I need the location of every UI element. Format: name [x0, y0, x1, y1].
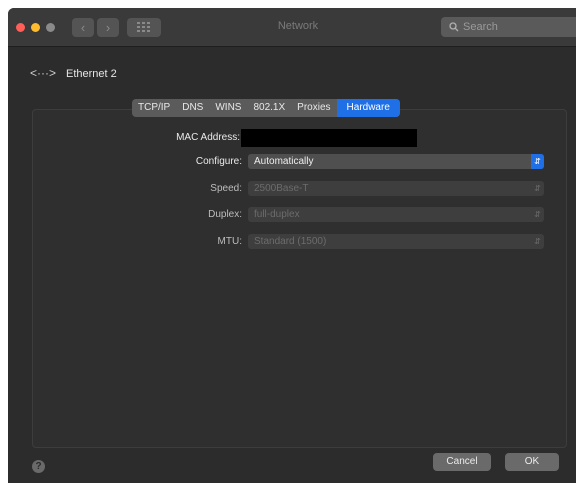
window-title: Network — [277, 20, 319, 32]
zoom-button[interactable] — [46, 23, 55, 32]
chevron-right-icon: › — [105, 20, 111, 35]
forward-button[interactable]: › — [97, 18, 119, 37]
chevron-updown-icon: ⇵ — [534, 237, 541, 246]
ok-button[interactable]: OK — [505, 453, 559, 471]
speed-label: Speed: — [210, 183, 242, 194]
help-button[interactable]: ? — [32, 460, 45, 473]
mac-address-value-redacted — [241, 129, 417, 147]
tab-8021x[interactable]: 802.1X — [247, 99, 291, 117]
tab-proxies[interactable]: Proxies — [291, 99, 336, 117]
search-placeholder: Search — [463, 21, 498, 33]
configure-value: Automatically — [254, 156, 314, 167]
mtu-value: Standard (1500) — [254, 236, 327, 247]
configure-select[interactable]: Automatically ⇵ — [248, 154, 544, 169]
search-field[interactable]: Search — [441, 17, 576, 37]
chevron-updown-icon: ⇵ — [534, 184, 541, 193]
mtu-label: MTU: — [217, 236, 242, 247]
cancel-button[interactable]: Cancel — [433, 453, 491, 471]
chevron-left-icon: ‹ — [80, 20, 86, 35]
interface-name: Ethernet 2 — [66, 68, 117, 80]
tab-hardware[interactable]: Hardware — [336, 99, 400, 117]
title-bar: ‹ › Network Search — [8, 8, 576, 47]
tab-tcpip[interactable]: TCP/IP — [132, 99, 176, 117]
search-icon — [449, 22, 459, 32]
configure-label: Configure: — [195, 156, 242, 167]
speed-value: 2500Base-T — [254, 183, 309, 194]
speed-select: 2500Base-T ⇵ — [248, 181, 544, 196]
grid-icon — [137, 22, 150, 32]
close-button[interactable] — [16, 23, 25, 32]
tab-bar: TCP/IP DNS WINS 802.1X Proxies Hardware — [132, 99, 400, 117]
minimize-button[interactable] — [31, 23, 40, 32]
duplex-value: full-duplex — [254, 209, 300, 220]
mtu-select: Standard (1500) ⇵ — [248, 234, 544, 249]
chevron-updown-icon: ⇵ — [531, 154, 544, 169]
question-icon: ? — [35, 461, 42, 472]
duplex-select: full-duplex ⇵ — [248, 207, 544, 222]
show-all-button[interactable] — [127, 18, 161, 37]
tab-dns[interactable]: DNS — [176, 99, 209, 117]
mac-address-label: MAC Address: — [176, 132, 240, 143]
chevron-updown-icon: ⇵ — [534, 210, 541, 219]
tab-wins[interactable]: WINS — [209, 99, 247, 117]
duplex-label: Duplex: — [208, 209, 242, 220]
network-window: ‹ › Network Search <···> Ethernet 2 TCP/… — [8, 8, 576, 483]
back-button[interactable]: ‹ — [72, 18, 94, 37]
ethernet-icon: <···> — [30, 66, 57, 80]
